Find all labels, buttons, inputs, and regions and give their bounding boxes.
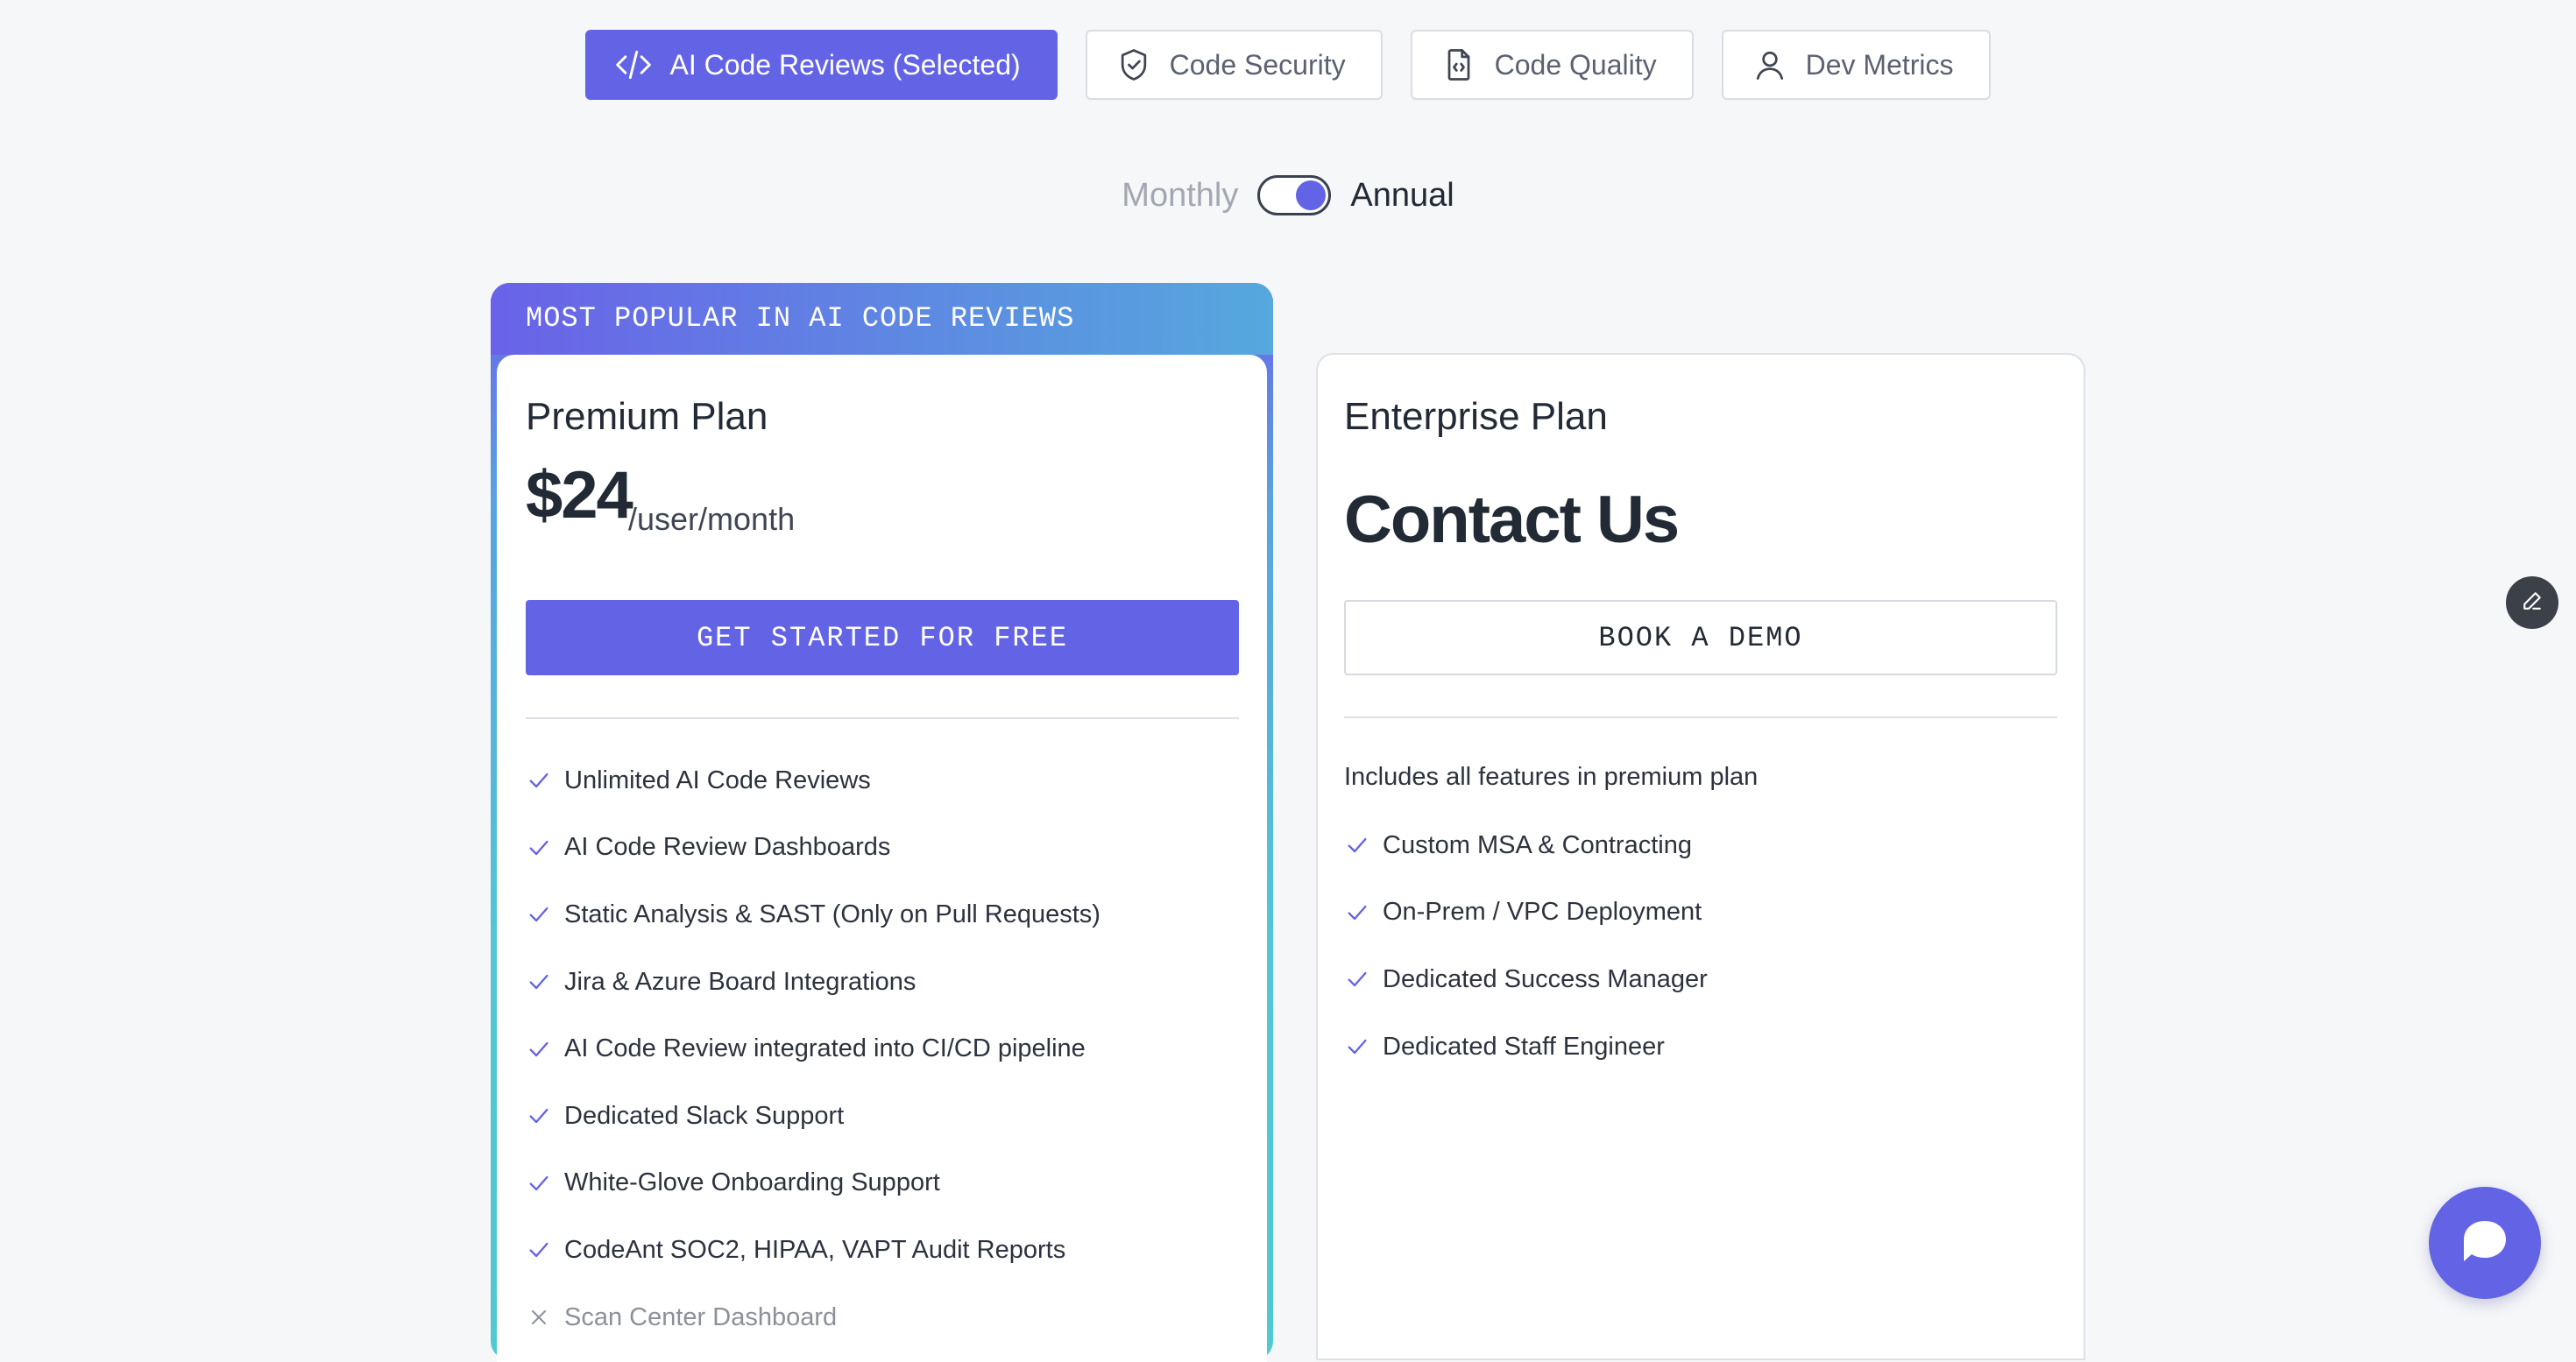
enterprise-feature-list: Custom MSA & Contracting On-Prem / VPC De…: [1344, 812, 2057, 1080]
user-icon: [1750, 45, 1790, 85]
feature-text: Scan Center Dashboard: [564, 1302, 838, 1331]
feature-text: Unlimited AI Code Reviews: [564, 766, 871, 794]
feature-text: CodeAnt SOC2, HIPAA, VAPT Audit Reports: [564, 1235, 1066, 1264]
chat-button[interactable]: [2429, 1187, 2541, 1299]
tab-ai-code-reviews[interactable]: AI Code Reviews (Selected): [585, 30, 1058, 100]
feature-text: Dedicated Success Manager: [1383, 964, 1708, 993]
check-icon: [526, 1103, 552, 1129]
price-unit: /user/month: [628, 501, 796, 537]
tab-code-security[interactable]: Code Security: [1085, 30, 1383, 100]
tab-label: Code Quality: [1494, 48, 1657, 81]
divider: [526, 717, 1239, 719]
feature-text: On-Prem / VPC Deployment: [1383, 898, 1702, 927]
feature-item: Jira & Azure Board Integrations: [526, 949, 1239, 1016]
feature-item: Dedicated Success Manager: [1344, 946, 2057, 1013]
feature-item: White-Glove Onboarding Support: [526, 1150, 1239, 1217]
feature-item: AI Code Review Dashboards: [526, 815, 1239, 882]
code-icon: [613, 45, 654, 85]
feature-item: Dedicated Slack Support: [526, 1083, 1239, 1150]
premium-feature-list: Unlimited AI Code Reviews AI Code Review …: [526, 747, 1239, 1351]
feature-item: Scan Center Dashboard: [526, 1284, 1239, 1351]
tab-label: Dev Metrics: [1805, 48, 1954, 81]
check-icon: [526, 1170, 552, 1196]
switch-knob: [1296, 180, 1327, 210]
feature-text: AI Code Review integrated into CI/CD pip…: [564, 1034, 1086, 1063]
chat-bubble-icon: [2462, 1219, 2508, 1267]
pencil-icon: [2519, 588, 2545, 618]
check-icon: [1344, 1034, 1370, 1060]
feature-text: Static Analysis & SAST (Only on Pull Req…: [564, 900, 1100, 928]
shield-check-icon: [1114, 45, 1154, 85]
divider: [1344, 716, 2057, 718]
feature-item: Custom MSA & Contracting: [1344, 812, 2057, 879]
check-icon: [526, 1036, 552, 1062]
check-icon: [526, 901, 552, 928]
premium-card-body: Premium Plan $24 /user/month GET STARTED…: [497, 355, 1267, 1362]
monthly-label[interactable]: Monthly: [1122, 177, 1238, 215]
feature-text: Jira & Azure Board Integrations: [564, 967, 916, 996]
code-file-icon: [1439, 45, 1479, 85]
check-icon: [526, 767, 552, 794]
feature-item: Static Analysis & SAST (Only on Pull Req…: [526, 881, 1239, 949]
check-icon: [1344, 900, 1370, 926]
feature-item: CodeAnt SOC2, HIPAA, VAPT Audit Reports: [526, 1217, 1239, 1284]
premium-plan-card: MOST POPULAR IN AI CODE REVIEWS Premium …: [491, 283, 1273, 1362]
plan-title: Enterprise Plan: [1344, 395, 1608, 438]
check-icon: [526, 835, 552, 861]
plan-price: $24: [526, 458, 633, 533]
billing-toggle: Monthly Annual: [0, 175, 2576, 215]
check-icon: [1344, 966, 1370, 992]
annual-label[interactable]: Annual: [1350, 177, 1454, 215]
get-started-button[interactable]: GET STARTED FOR FREE: [526, 600, 1239, 675]
banner-text: MOST POPULAR IN AI CODE REVIEWS: [526, 302, 1075, 335]
enterprise-intro: Includes all features in premium plan: [1344, 763, 1759, 791]
billing-switch[interactable]: [1257, 175, 1332, 215]
book-demo-button[interactable]: BOOK A DEMO: [1344, 600, 2057, 675]
tab-dev-metrics[interactable]: Dev Metrics: [1721, 30, 1991, 100]
feature-item: Dedicated Staff Engineer: [1344, 1013, 2057, 1081]
check-icon: [526, 1237, 552, 1263]
most-popular-banner: MOST POPULAR IN AI CODE REVIEWS: [491, 283, 1273, 355]
feature-text: Dedicated Slack Support: [564, 1101, 845, 1130]
feature-item: On-Prem / VPC Deployment: [1344, 879, 2057, 947]
plan-title: Premium Plan: [526, 395, 768, 438]
x-icon: [526, 1304, 552, 1330]
feature-item: Unlimited AI Code Reviews: [526, 747, 1239, 815]
feature-text: White-Glove Onboarding Support: [564, 1168, 940, 1197]
enterprise-plan-card: Enterprise Plan Contact Us BOOK A DEMO I…: [1316, 353, 2085, 1360]
tab-label: AI Code Reviews (Selected): [669, 48, 1021, 81]
feature-text: Dedicated Staff Engineer: [1383, 1032, 1665, 1061]
feature-text: Custom MSA & Contracting: [1383, 830, 1692, 859]
check-icon: [1344, 832, 1370, 858]
plan-price: Contact Us: [1344, 483, 1680, 557]
check-icon: [526, 969, 552, 995]
product-tabs: AI Code Reviews (Selected) Code Security…: [0, 30, 2576, 100]
feature-text: AI Code Review Dashboards: [564, 833, 891, 862]
tab-label: Code Security: [1169, 48, 1346, 81]
edit-button[interactable]: [2506, 576, 2558, 629]
tab-code-quality[interactable]: Code Quality: [1410, 30, 1694, 100]
feature-item: AI Code Review integrated into CI/CD pip…: [526, 1015, 1239, 1083]
